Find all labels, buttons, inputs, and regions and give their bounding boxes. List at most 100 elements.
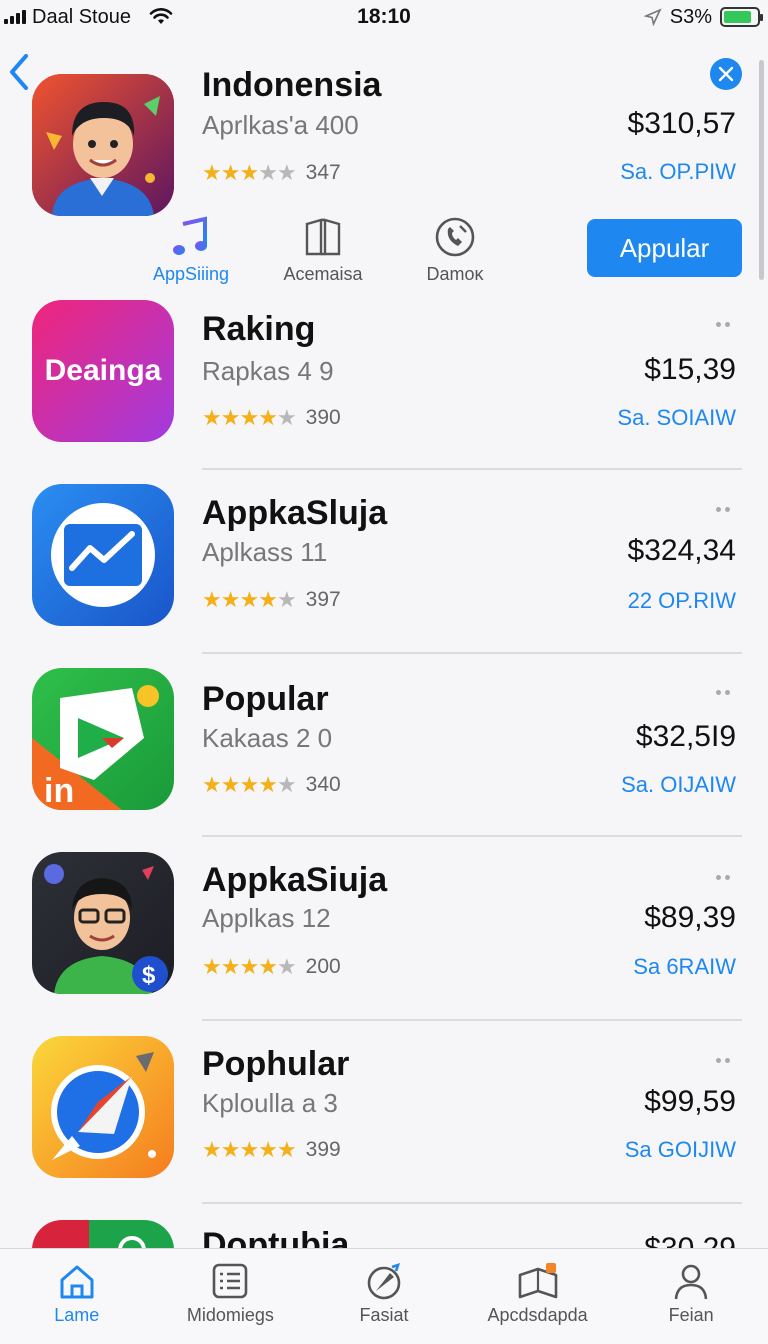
app-price: $89,39 [644, 901, 736, 934]
list-icon [213, 1263, 248, 1299]
action-acemaisa[interactable]: Acemaisa [263, 216, 383, 285]
app-rating: ★★★★★ 200 [202, 954, 341, 980]
star-rating-icon: ★★★★★ [202, 772, 297, 797]
app-link[interactable]: Sa GOIJIW [625, 1137, 736, 1163]
divider [202, 652, 742, 654]
featured-app-icon[interactable] [32, 74, 174, 216]
action-label: Acemaisa [283, 264, 363, 284]
star-rating-icon: ★★★★★ [202, 405, 297, 430]
app-subtitle: Kakaas 2 0 [202, 723, 333, 753]
play-icon[interactable]: in [32, 668, 174, 810]
app-title: AppkaSluja [202, 494, 388, 532]
tab-midomiegs[interactable]: Midomiegs [154, 1249, 308, 1344]
app-price: $32,5I9 [635, 720, 736, 753]
app-title: Pophular [202, 1045, 350, 1083]
more-icon[interactable] [716, 507, 734, 515]
pink-gradient-icon[interactable]: Deainga [32, 300, 174, 442]
app-price: $99,59 [644, 1085, 736, 1118]
featured-app-price: $310,57 [627, 107, 736, 140]
rating-count: 399 [305, 1138, 341, 1161]
play-icon: in [32, 685, 159, 810]
app-subtitle: Rapkas 4 9 [202, 356, 334, 386]
home-icon [60, 1265, 94, 1299]
svg-text:$: $ [142, 962, 156, 989]
back-chevron-icon[interactable] [4, 48, 34, 96]
rocket-icon [367, 1262, 401, 1300]
action-appsiiing[interactable]: AppSiiing [131, 216, 251, 285]
green-red-icon [118, 1236, 146, 1250]
app-title: Doptubia [202, 1226, 350, 1250]
rating-count: 390 [305, 406, 341, 429]
appular-button[interactable]: Appular [587, 219, 742, 277]
app-link[interactable]: Sa. SOIAIW [617, 405, 736, 431]
compass-icon[interactable] [32, 1036, 174, 1178]
divider [202, 468, 742, 470]
close-icon [718, 66, 734, 82]
rating-count: 347 [305, 161, 341, 184]
app-rating: ★★★★★ 390 [202, 405, 341, 431]
app-price: $324,34 [627, 534, 736, 567]
tab-label: Feian [668, 1305, 714, 1325]
tab-feian[interactable]: Feian [614, 1249, 768, 1344]
app-rating: ★★★★★ 397 [202, 587, 341, 613]
avatar-character-icon[interactable]: $ [32, 852, 174, 994]
star-rating-icon: ★★★★★ [202, 1137, 297, 1162]
close-button[interactable] [710, 58, 742, 90]
featured-app-subtitle: Aprlkas'a 400 [202, 110, 359, 140]
app-list[interactable]: Indonensia Aprlkas'a 400 ★★★★★ 347 $310,… [0, 0, 768, 1250]
app-icon-text: in [44, 772, 74, 810]
app-link[interactable]: 22 OP.RIW [628, 588, 736, 614]
app-title: Raking [202, 310, 316, 348]
book-icon [305, 218, 341, 256]
star-rating-icon: ★★★★★ [202, 954, 297, 979]
featured-app-link[interactable]: Sa. OP.PIW [620, 159, 736, 185]
action-label: AppSiiing [152, 264, 230, 284]
tab-label: Fasiat [359, 1305, 409, 1325]
tab-fasiat[interactable]: Fasiat [307, 1249, 461, 1344]
rating-count: 397 [305, 588, 341, 611]
divider [202, 835, 742, 837]
action-label: Damoĸ [426, 264, 484, 284]
divider [202, 1019, 742, 1021]
tab-bar: Lame Midomiegs Fasiat Apcdsdapda Feian [0, 1248, 768, 1344]
app-subtitle: Aplkass 11 [202, 537, 328, 567]
avatar-character-icon [32, 74, 174, 216]
star-rating-icon: ★★★★★ [202, 587, 297, 612]
avatar-character-icon: $ [44, 864, 168, 994]
app-rating: ★★★★★ 399 [202, 1137, 341, 1163]
app-link[interactable]: Sa 6RAIW [633, 954, 736, 980]
star-rating-icon: ★★★★★ [202, 160, 297, 185]
chart-trend-icon[interactable] [32, 484, 174, 626]
app-subtitle: Kploulla a 3 [202, 1088, 338, 1118]
app-subtitle: Applkas 12 [202, 903, 331, 933]
rating-count: 200 [305, 955, 341, 978]
more-icon[interactable] [716, 875, 734, 883]
action-damok[interactable]: Damoĸ [395, 216, 515, 285]
app-link[interactable]: Sa. OIJAIW [621, 772, 736, 798]
featured-app-title: Indonensia [202, 66, 382, 104]
compass-icon [51, 1052, 156, 1160]
divider [202, 1202, 742, 1204]
green-red-icon[interactable] [32, 1220, 174, 1250]
scrollbar[interactable] [759, 60, 764, 280]
more-icon[interactable] [716, 1058, 734, 1066]
more-icon[interactable] [716, 690, 734, 698]
app-price: $15,39 [644, 353, 736, 386]
map-icon [518, 1263, 557, 1299]
tab-label: Apcdsdapda [487, 1305, 588, 1325]
tab-lame[interactable]: Lame [0, 1249, 154, 1344]
featured-app-rating: ★★★★★ 347 [202, 160, 341, 186]
tab-label: Midomiegs [186, 1305, 274, 1325]
app-title: AppkaSiuja [202, 861, 388, 899]
music-note-icon [173, 216, 207, 255]
app-icon-text: Deainga [44, 354, 162, 387]
chart-trend-icon [51, 503, 155, 607]
person-icon [674, 1264, 708, 1300]
phone-icon [435, 217, 475, 257]
more-icon[interactable] [716, 322, 734, 330]
app-title: Popular [202, 680, 329, 718]
tab-apcdsdapda[interactable]: Apcdsdapda [461, 1249, 615, 1344]
rating-count: 340 [305, 773, 341, 796]
app-rating: ★★★★★ 340 [202, 772, 341, 798]
tab-label: Lame [54, 1305, 100, 1325]
